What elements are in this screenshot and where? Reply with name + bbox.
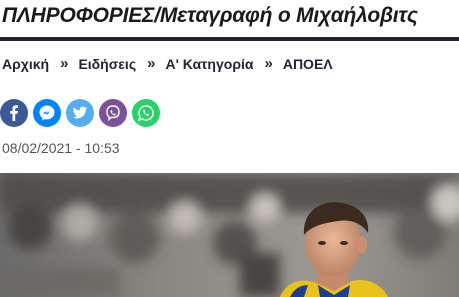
publish-date: 08/02/2021 - 10:53 [2, 140, 120, 156]
messenger-share-button[interactable] [33, 99, 61, 127]
breadcrumb-news-link[interactable]: Ειδήσεις [78, 56, 136, 72]
breadcrumb-home-link[interactable]: Αρχική [2, 56, 49, 72]
article-page: ΠΛΗΡΟΦΟΡΙΕΣ/Μεταγραφή ο Μιχαήλοβιτς Αρχι… [0, 0, 459, 297]
title-divider [0, 37, 459, 41]
breadcrumb-separator: » [60, 55, 69, 72]
facebook-share-button[interactable] [0, 99, 28, 127]
facebook-icon [10, 105, 18, 121]
whatsapp-icon [137, 105, 154, 122]
viber-icon [106, 105, 120, 122]
whatsapp-share-button[interactable] [132, 99, 160, 127]
twitter-icon [72, 106, 88, 119]
article-title: ΠΛΗΡΟΦΟΡΙΕΣ/Μεταγραφή ο Μιχαήλοβιτς [2, 4, 418, 27]
viber-share-button[interactable] [99, 99, 127, 127]
article-hero-image [0, 173, 459, 297]
messenger-icon [39, 105, 55, 121]
football-player-photo [0, 173, 459, 297]
twitter-share-button[interactable] [66, 99, 94, 127]
breadcrumb-separator: » [264, 55, 273, 72]
breadcrumb-team-link[interactable]: ΑΠΟΕΛ [283, 56, 333, 72]
breadcrumb-category-link[interactable]: Α' Κατηγορία [165, 56, 253, 72]
share-buttons [0, 99, 160, 127]
breadcrumb-separator: » [147, 55, 156, 72]
breadcrumb: Αρχική » Ειδήσεις » Α' Κατηγορία » ΑΠΟΕΛ [2, 55, 333, 72]
